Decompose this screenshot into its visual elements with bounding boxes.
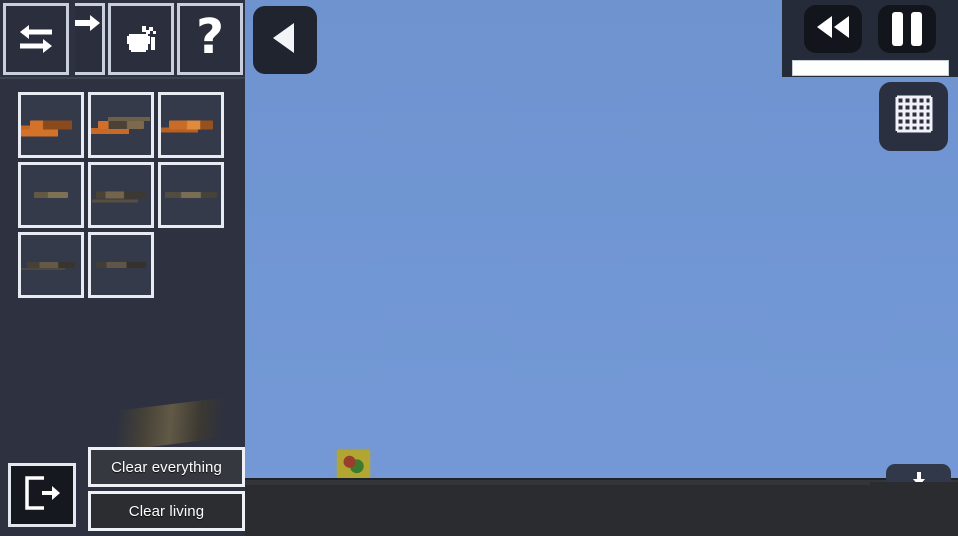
clear-living-label: Clear living [128, 502, 205, 520]
question-mark-icon: ? [196, 8, 224, 65]
clear-everything-button[interactable]: Clear everything [88, 447, 245, 487]
sniper-icon [165, 192, 217, 198]
clear-everything-label: Clear everything [111, 458, 222, 476]
swap-arrows-icon [16, 22, 56, 56]
editor-toolbar: ? [0, 0, 245, 79]
playback-button-row [804, 5, 936, 53]
weapon-slot-rifle-1[interactable] [18, 162, 84, 228]
weapon-slot-rifle-3[interactable] [158, 162, 224, 228]
timeline-slider[interactable] [791, 60, 949, 76]
game-screen: ? Clear everything Clear living [0, 0, 958, 536]
weapon-slot-rifle-5[interactable] [88, 232, 154, 298]
weapon-slot-shotgun[interactable] [158, 92, 224, 158]
playback-controls [782, 0, 958, 77]
pause-button[interactable] [878, 5, 936, 53]
paint-bucket-icon [120, 18, 162, 60]
pause-icon [892, 12, 922, 46]
rewind-button[interactable] [804, 5, 862, 53]
rewind-icon [813, 14, 853, 45]
launcher-icon [96, 262, 146, 268]
clear-button-group: Clear everything Clear living [88, 447, 245, 531]
swap-tool-button[interactable] [3, 2, 69, 75]
weapon-slot-rifle-4[interactable] [18, 232, 84, 298]
world-entity-crate[interactable] [337, 450, 370, 478]
help-tool-button[interactable]: ? [177, 2, 243, 75]
editor-panel: ? Clear everything Clear living [0, 0, 245, 536]
carbine-icon [96, 191, 146, 199]
rifle-icon [34, 192, 68, 198]
collapse-panel-button[interactable] [253, 6, 317, 74]
weapon-slot-smg[interactable] [88, 92, 154, 158]
ground-occluder [870, 482, 958, 536]
weapon-slot-pistol[interactable] [18, 92, 84, 158]
arrow-tool-button[interactable] [75, 2, 105, 75]
shotgun-icon [169, 120, 213, 130]
pistol-icon [30, 120, 72, 130]
grid-toggle-button[interactable] [879, 82, 948, 151]
selected-weapon-preview [106, 396, 240, 452]
paint-bucket-tool-button[interactable] [108, 2, 174, 75]
weapon-slot-rifle-2[interactable] [88, 162, 154, 228]
grid-icon [893, 93, 935, 140]
exit-button[interactable] [8, 463, 76, 527]
exit-door-icon [22, 474, 62, 517]
clear-living-button[interactable]: Clear living [88, 491, 245, 531]
weapon-grid [18, 92, 240, 298]
machinegun-icon [27, 262, 75, 268]
triangle-left-icon [268, 20, 302, 61]
smg-icon [98, 121, 144, 129]
